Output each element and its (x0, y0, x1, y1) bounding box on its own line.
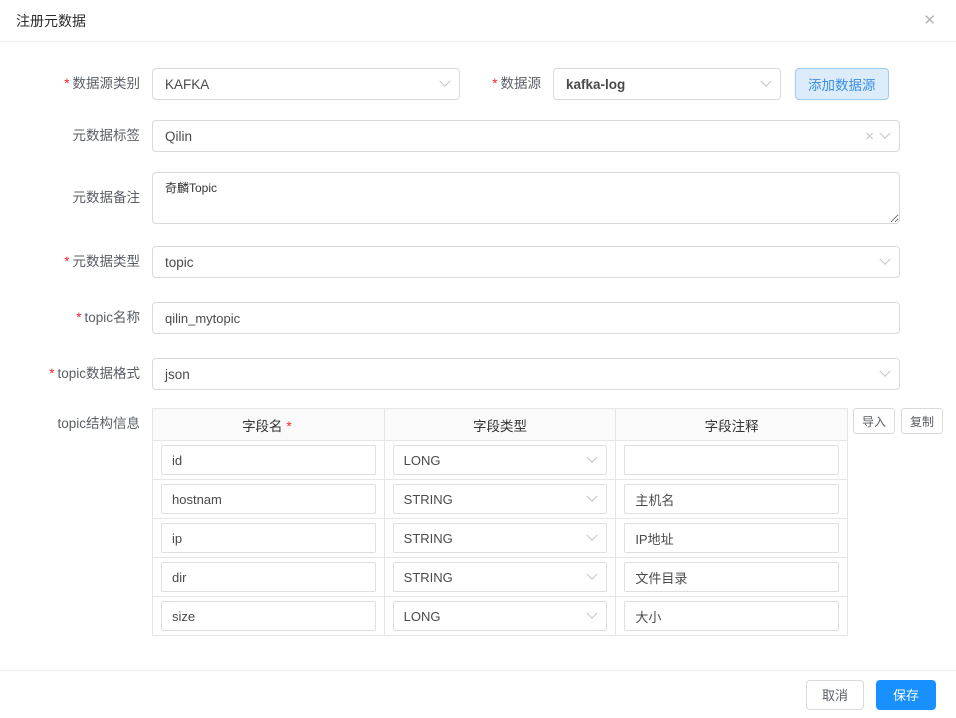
topic-struct-table: 字段名 * 字段类型 字段注释 LONG (152, 408, 848, 636)
dialog-footer: 取消 保存 (0, 670, 956, 718)
topic-format-select[interactable]: json (152, 358, 900, 390)
table-row: STRING (152, 479, 848, 519)
chevron-down-icon (586, 568, 598, 580)
import-button[interactable]: 导入 (853, 408, 896, 434)
cancel-button[interactable]: 取消 (805, 679, 864, 710)
table-row: LONG (152, 596, 848, 636)
header-field-name: 字段名 * (152, 408, 385, 441)
required-marker: * (49, 366, 55, 381)
close-icon[interactable]: ✕ (923, 13, 936, 28)
field-comment-input[interactable] (624, 562, 839, 592)
required-marker: * (64, 76, 70, 91)
clear-icon[interactable]: × (865, 129, 874, 144)
source-select[interactable]: kafka-log (553, 68, 781, 100)
label-meta-remark: 元数据备注 (72, 190, 141, 205)
label-meta-type: * 元数据类型 (64, 254, 140, 269)
table-row: LONG (152, 440, 848, 480)
register-metadata-dialog: 注册元数据 ✕ * 数据源类别 KAFKA * 数据源 kafka-log 添加数据… (0, 0, 956, 718)
chevron-down-icon (439, 75, 451, 87)
label-topic-format: * topic数据格式 (49, 366, 140, 381)
row-topic-format: * topic数据格式 json (0, 358, 956, 390)
save-button[interactable]: 保存 (875, 679, 936, 710)
row-topic-struct: topic结构信息 字段名 * 字段类型 字段注释 id LONG hostna… (0, 408, 956, 636)
chevron-down-icon (879, 365, 891, 377)
dialog-body: * 数据源类别 KAFKA * 数据源 kafka-log 添加数据源 元数据标签 … (0, 42, 956, 670)
row-source: * 数据源类别 KAFKA * 数据源 kafka-log 添加数据源 (0, 68, 956, 100)
label-topic-name: * topic名称 (76, 310, 140, 325)
row-meta-remark: 元数据备注 奇麟Topic (0, 172, 956, 224)
chevron-down-icon (586, 490, 598, 502)
meta-remark-textarea[interactable]: 奇麟Topic (152, 172, 900, 224)
chevron-down-icon (760, 75, 772, 87)
topic-name-input[interactable] (152, 302, 900, 334)
required-marker: * (64, 254, 70, 269)
label-source: * 数据源 (492, 76, 541, 91)
meta-type-select[interactable]: topic (152, 246, 900, 278)
required-marker: * (286, 418, 292, 434)
row-meta-tag: 元数据标签 Qilin × (0, 120, 956, 152)
dialog-title: 注册元数据 (16, 12, 86, 29)
field-type-select[interactable]: STRING (392, 484, 608, 514)
chevron-down-icon (879, 253, 891, 265)
field-name-input[interactable] (161, 484, 376, 514)
meta-tag-select[interactable]: Qilin × (152, 120, 900, 152)
field-type-select[interactable]: LONG (392, 445, 608, 475)
required-marker: * (76, 310, 82, 325)
field-comment-input[interactable] (624, 601, 839, 631)
header-field-comment: 字段注释 (615, 408, 848, 441)
field-name-input[interactable] (161, 562, 376, 592)
table-row: STRING (152, 518, 848, 558)
field-comment-input[interactable] (624, 523, 839, 553)
required-marker: * (492, 76, 498, 91)
field-type-select[interactable]: STRING (392, 562, 608, 592)
source-category-select[interactable]: KAFKA (152, 68, 460, 100)
field-type-select[interactable]: LONG (392, 601, 608, 631)
field-type-select[interactable]: STRING (392, 523, 608, 553)
header-field-type: 字段类型 (383, 408, 617, 441)
table-row: STRING (152, 557, 848, 597)
row-meta-type: * 元数据类型 topic (0, 246, 956, 278)
chevron-down-icon (586, 529, 598, 541)
field-comment-input[interactable] (624, 484, 839, 514)
chevron-down-icon (879, 127, 891, 139)
dialog-header: 注册元数据 ✕ (0, 0, 956, 42)
copy-button[interactable]: 复制 (901, 408, 944, 434)
label-source-category: * 数据源类别 (64, 76, 140, 91)
field-comment-input[interactable] (624, 445, 839, 475)
label-topic-struct: topic结构信息 (57, 416, 140, 431)
field-name-input[interactable] (161, 601, 376, 631)
add-source-button[interactable]: 添加数据源 (795, 68, 889, 100)
chevron-down-icon (586, 451, 598, 463)
table-header-row: 字段名 * 字段类型 字段注释 (152, 408, 848, 441)
field-name-input[interactable] (161, 445, 376, 475)
row-topic-name: * topic名称 (0, 302, 956, 334)
label-meta-tag: 元数据标签 (72, 128, 141, 143)
field-name-input[interactable] (161, 523, 376, 553)
chevron-down-icon (586, 607, 598, 619)
